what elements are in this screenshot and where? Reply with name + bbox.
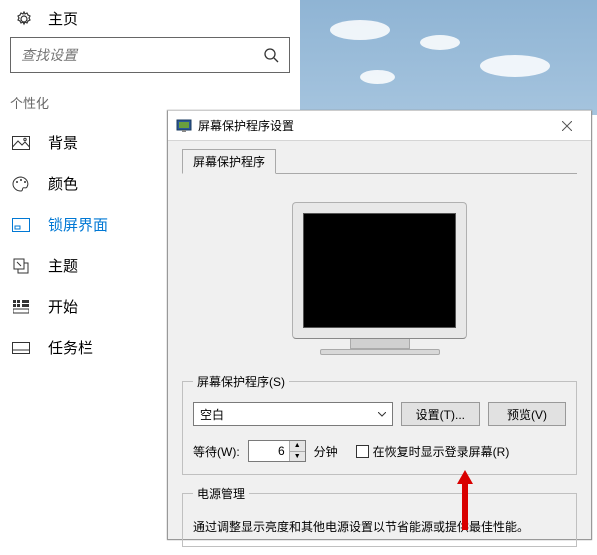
resume-checkbox-wrap[interactable]: 在恢复时显示登录屏幕(R): [356, 443, 510, 460]
close-icon: [562, 121, 572, 131]
spinner-down[interactable]: ▼: [290, 452, 305, 462]
resume-checkbox-label: 在恢复时显示登录屏幕(R): [373, 443, 510, 460]
nav-label: 背景: [48, 132, 78, 153]
dialog-title: 屏幕保护程序设置: [198, 117, 545, 134]
spinner-up[interactable]: ▲: [290, 441, 305, 452]
screensaver-dropdown[interactable]: 空白: [193, 402, 393, 426]
wait-spinner[interactable]: ▲ ▼: [248, 440, 306, 462]
screensaver-dialog: 屏幕保护程序设置 屏幕保护程序 屏幕保护程序(S) 空白: [167, 110, 592, 540]
chevron-down-icon: [378, 412, 386, 417]
wait-label: 等待(W):: [193, 443, 240, 460]
nav-label: 主题: [48, 255, 78, 276]
tab-screensaver[interactable]: 屏幕保护程序: [182, 149, 276, 174]
dialog-app-icon: [176, 118, 192, 134]
lockscreen-icon: [10, 218, 32, 232]
search-input[interactable]: [11, 47, 253, 63]
settings-button[interactable]: 设置(T)...: [401, 402, 480, 426]
palette-icon: [10, 176, 32, 192]
wait-input[interactable]: [249, 441, 289, 461]
themes-icon: [10, 258, 32, 274]
dropdown-value: 空白: [200, 406, 224, 423]
search-input-wrap[interactable]: [10, 37, 290, 73]
desktop-wallpaper-preview: [300, 0, 597, 115]
power-group-title: 电源管理: [193, 485, 249, 502]
power-description: 通过调整显示亮度和其他电源设置以节省能源或提供最佳性能。: [193, 510, 566, 536]
settings-header: 主页: [0, 0, 300, 37]
resume-checkbox[interactable]: [356, 445, 369, 458]
monitor-preview: [182, 174, 577, 365]
nav-label: 任务栏: [48, 337, 93, 358]
gear-icon: [16, 11, 36, 27]
nav-label: 颜色: [48, 173, 78, 194]
close-button[interactable]: [545, 111, 589, 140]
start-icon: [10, 300, 32, 314]
screensaver-group-title: 屏幕保护程序(S): [193, 373, 289, 390]
picture-icon: [10, 136, 32, 150]
nav-label: 开始: [48, 296, 78, 317]
search-icon: [253, 47, 289, 63]
preview-button[interactable]: 预览(V): [488, 402, 566, 426]
wait-unit: 分钟: [314, 443, 338, 460]
taskbar-icon: [10, 342, 32, 354]
nav-label: 锁屏界面: [48, 214, 108, 235]
header-title: 主页: [48, 8, 78, 29]
